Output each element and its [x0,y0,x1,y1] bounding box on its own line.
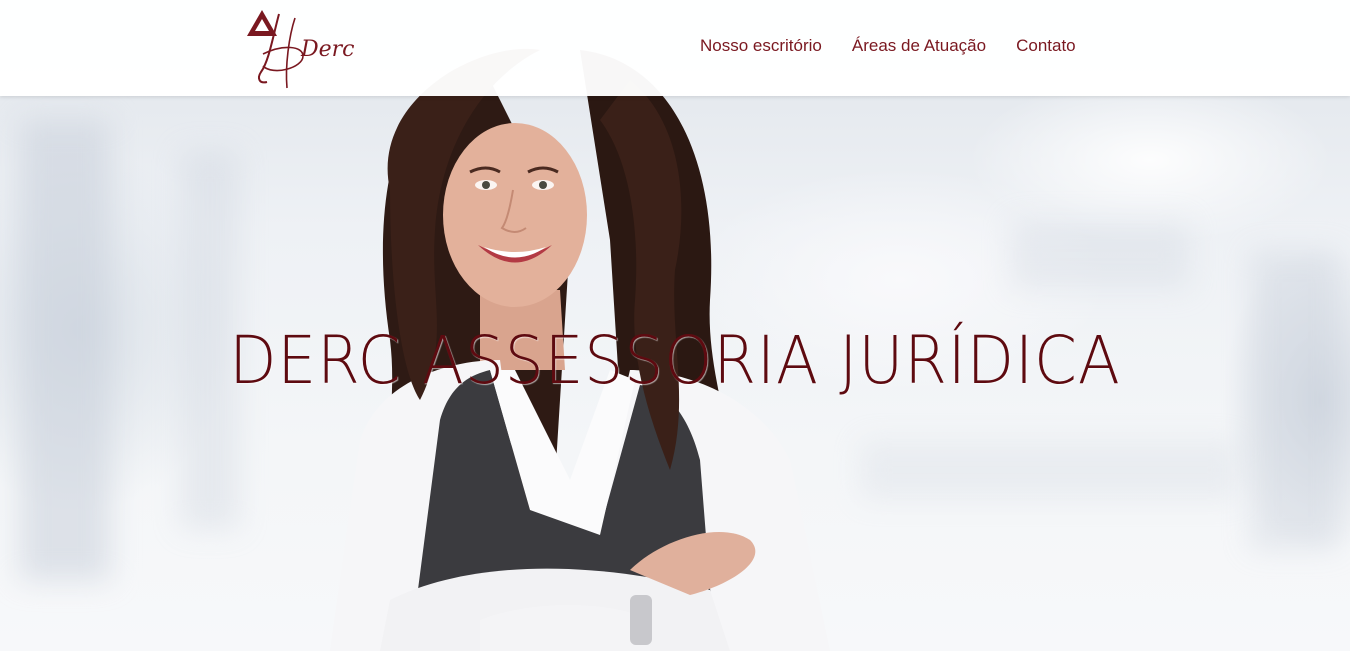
derc-logo-icon: Derc [247,10,355,89]
site-header: Derc Nosso escritório Áreas de Atuação C… [0,0,1350,96]
nav-item-nosso-escritorio[interactable]: Nosso escritório [700,36,822,56]
hero-title: DERC ASSESSORIA JURÍDICA [229,322,1121,399]
page: Derc Nosso escritório Áreas de Atuação C… [0,0,1350,651]
nav-item-areas-de-atuacao[interactable]: Áreas de Atuação [852,36,986,56]
logo[interactable]: Derc [243,6,359,90]
main-nav: Nosso escritório Áreas de Atuação Contat… [700,36,1076,56]
logo-text: Derc [300,37,355,62]
nav-item-contato[interactable]: Contato [1016,36,1076,56]
